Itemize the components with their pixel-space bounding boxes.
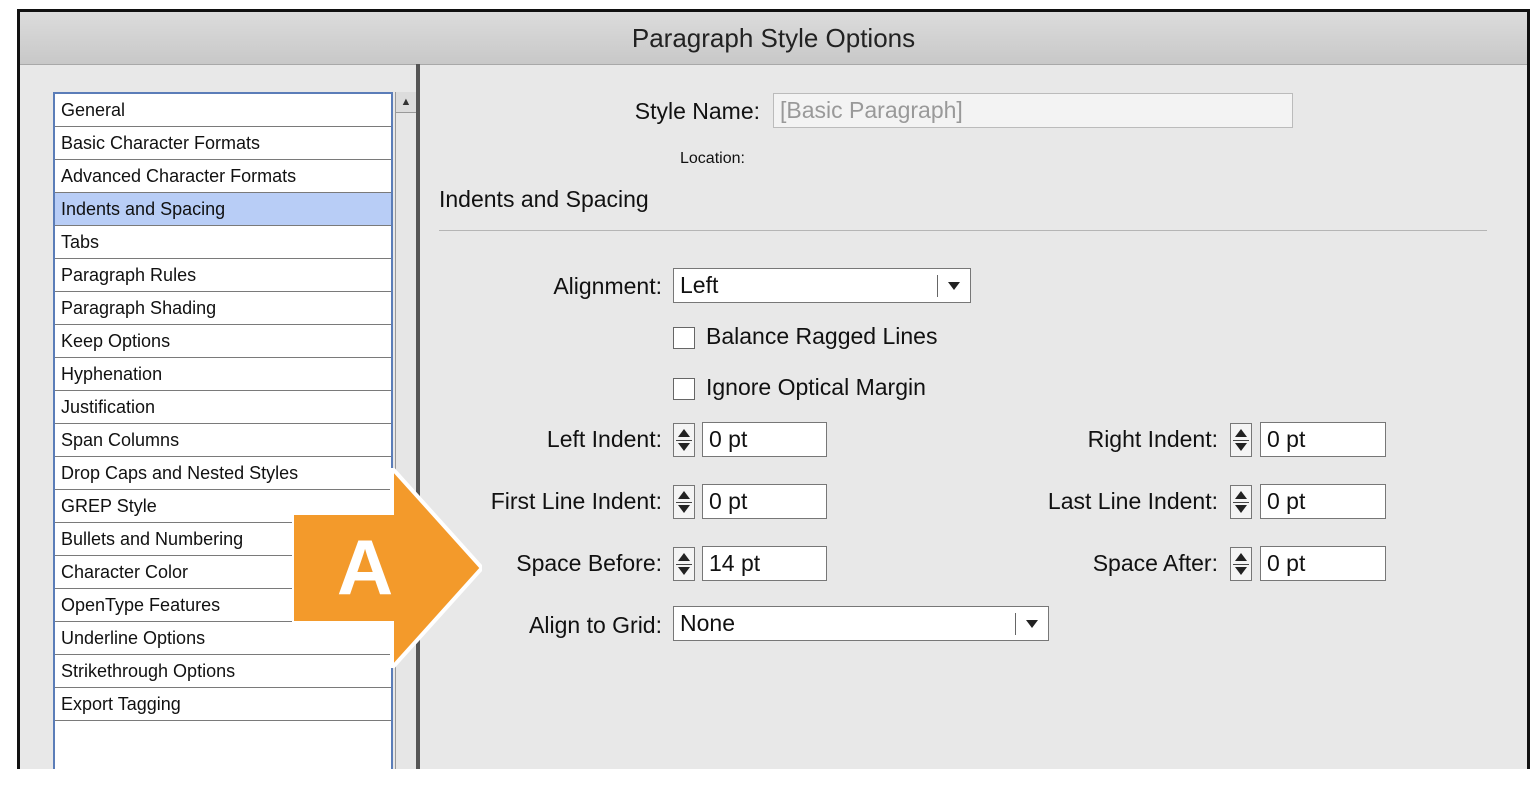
style-name-label: Style Name: [634,98,760,124]
sidebar-item-paragraph-shading[interactable]: Paragraph Shading [55,292,391,325]
first-line-indent-field[interactable]: 0 pt [702,484,827,519]
space-after-field[interactable]: 0 pt [1260,546,1386,581]
align-to-grid-label: Align to Grid: [529,612,662,638]
ignore-optical-margin-checkbox[interactable] [673,378,695,400]
sidebar-item-indents-and-spacing[interactable]: Indents and Spacing [55,193,391,226]
dialog-title: Paragraph Style Options [20,12,1527,65]
align-to-grid-select[interactable]: None [673,606,1049,641]
sidebar-item-basic-character-formats[interactable]: Basic Character Formats [55,127,391,160]
style-name-field: [Basic Paragraph] [773,93,1293,128]
last-line-indent-label: Last Line Indent: [1047,488,1218,514]
select-separator [1015,613,1016,635]
left-indent-label: Left Indent: [546,426,662,452]
select-separator [937,275,938,297]
sidebar-item-paragraph-rules[interactable]: Paragraph Rules [55,259,391,292]
sidebar-item-advanced-character-formats[interactable]: Advanced Character Formats [55,160,391,193]
right-indent-field[interactable]: 0 pt [1260,422,1386,457]
location-label: Location: [680,150,745,167]
callout-letter: A [336,523,394,611]
last-line-indent-field[interactable]: 0 pt [1260,484,1386,519]
ignore-optical-margin-label[interactable]: Ignore Optical Margin [706,374,926,401]
alignment-label: Alignment: [553,273,662,299]
sidebar-item-keep-options[interactable]: Keep Options [55,325,391,358]
section-divider [439,230,1487,231]
align-to-grid-value: None [680,610,735,636]
sidebar-item-tabs[interactable]: Tabs [55,226,391,259]
space-before-stepper[interactable] [673,547,695,581]
right-indent-label: Right Indent: [1087,426,1218,452]
right-indent-stepper[interactable] [1230,423,1252,457]
first-line-indent-stepper[interactable] [673,485,695,519]
sidebar-item-export-tagging[interactable]: Export Tagging [55,688,391,721]
sidebar-item-span-columns[interactable]: Span Columns [55,424,391,457]
sidebar-item-hyphenation[interactable]: Hyphenation [55,358,391,391]
left-indent-stepper[interactable] [673,423,695,457]
alignment-select[interactable]: Left [673,268,971,303]
space-after-label: Space After: [1092,550,1218,576]
scroll-up-arrow-icon[interactable]: ▲ [396,92,416,113]
alignment-value: Left [680,272,719,298]
chevron-down-icon [1026,620,1038,628]
sidebar-item-justification[interactable]: Justification [55,391,391,424]
section-title: Indents and Spacing [439,186,649,212]
sidebar-item-general[interactable]: General [55,94,391,127]
balance-ragged-lines-label[interactable]: Balance Ragged Lines [706,323,937,350]
space-before-field[interactable]: 14 pt [702,546,827,581]
space-before-label: Space Before: [516,550,662,576]
last-line-indent-stepper[interactable] [1230,485,1252,519]
left-indent-field[interactable]: 0 pt [702,422,827,457]
chevron-down-icon [948,282,960,290]
balance-ragged-lines-checkbox[interactable] [673,327,695,349]
space-after-stepper[interactable] [1230,547,1252,581]
